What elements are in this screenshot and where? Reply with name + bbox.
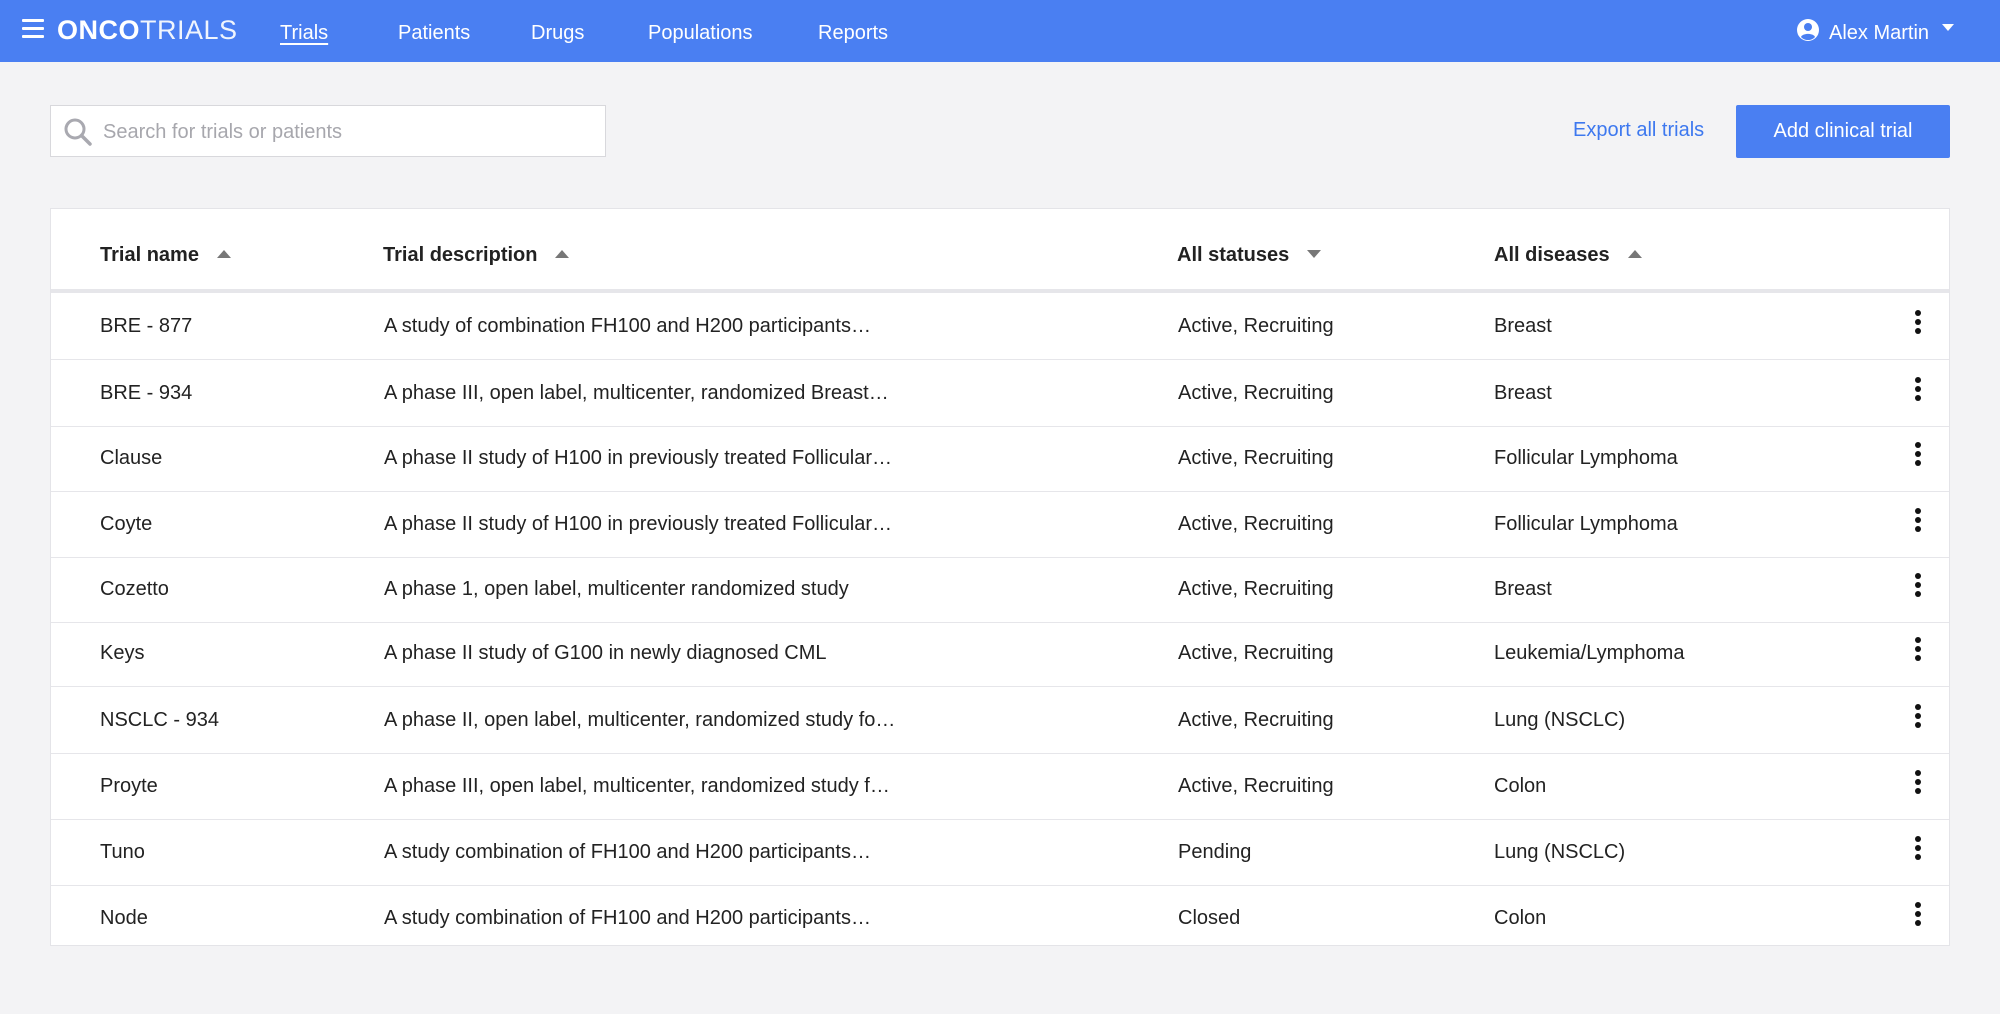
add-clinical-trial-button[interactable]: Add clinical trial bbox=[1736, 105, 1950, 158]
more-options-icon[interactable] bbox=[1913, 902, 1923, 932]
trial-description-cell: A phase III, open label, multicenter, ra… bbox=[384, 382, 889, 404]
trial-disease-cell: Colon bbox=[1494, 775, 1547, 797]
column-header-label: All diseases bbox=[1494, 244, 1610, 266]
top-navigation-bar: ONCOTRIALS Trials Patients Drugs Populat… bbox=[0, 0, 2000, 62]
column-header-label: Trial description bbox=[383, 244, 538, 266]
trial-name-cell: Coyte bbox=[100, 513, 153, 535]
table-row[interactable]: Keys A phase II study of G100 in newly d… bbox=[51, 620, 1949, 687]
export-all-trials-link[interactable]: Export all trials bbox=[1573, 119, 1704, 142]
table-row[interactable]: BRE - 934 A phase III, open label, multi… bbox=[51, 360, 1949, 427]
sort-ascending-icon bbox=[216, 249, 231, 258]
sort-descending-icon bbox=[1307, 249, 1322, 258]
trial-description-cell: A phase III, open label, multicenter, ra… bbox=[384, 775, 890, 797]
trial-description-cell: A study combination of FH100 and H200 pa… bbox=[384, 841, 871, 863]
table-row[interactable]: Coyte A phase II study of H100 in previo… bbox=[51, 491, 1949, 558]
more-options-icon[interactable] bbox=[1913, 637, 1923, 667]
more-options-icon[interactable] bbox=[1913, 377, 1923, 407]
trial-description-cell: A study of combination FH100 and H200 pa… bbox=[384, 315, 871, 337]
table-row[interactable]: Cozetto A phase 1, open label, multicent… bbox=[51, 556, 1949, 623]
more-options-icon[interactable] bbox=[1913, 770, 1923, 800]
trial-name-cell: Proyte bbox=[100, 775, 158, 797]
trial-description-cell: A phase 1, open label, multicenter rando… bbox=[384, 578, 849, 600]
nav-item-drugs[interactable]: Drugs bbox=[531, 22, 584, 45]
sort-ascending-icon bbox=[555, 249, 570, 258]
search-icon bbox=[64, 118, 92, 146]
trial-status-cell: Active, Recruiting bbox=[1178, 382, 1334, 404]
trial-disease-cell: Colon bbox=[1494, 907, 1547, 929]
trial-status-cell: Active, Recruiting bbox=[1178, 709, 1334, 731]
hamburger-menu-icon[interactable] bbox=[22, 19, 44, 39]
more-options-icon[interactable] bbox=[1913, 508, 1923, 538]
nav-item-reports[interactable]: Reports bbox=[818, 22, 888, 45]
search-input[interactable] bbox=[101, 106, 595, 158]
nav-item-trials[interactable]: Trials bbox=[280, 22, 328, 45]
trial-description-cell: A phase II study of H100 in previously t… bbox=[384, 447, 893, 469]
trial-description-cell: A study combination of FH100 and H200 pa… bbox=[384, 907, 871, 929]
more-options-icon[interactable] bbox=[1913, 310, 1923, 340]
trials-table: Trial name Trial description All statuse… bbox=[50, 208, 1950, 946]
trial-name-cell: NSCLC - 934 bbox=[100, 709, 219, 731]
trial-status-cell: Active, Recruiting bbox=[1178, 578, 1334, 600]
trial-name-cell: Clause bbox=[100, 447, 163, 469]
column-header-trial-description[interactable]: Trial description bbox=[383, 244, 570, 267]
trial-name-cell: BRE - 877 bbox=[100, 315, 193, 337]
app-logo[interactable]: ONCOTRIALS bbox=[57, 15, 238, 46]
trial-status-cell: Closed bbox=[1178, 907, 1241, 929]
logo-bold-text: ONCO bbox=[57, 15, 140, 45]
trial-status-cell: Active, Recruiting bbox=[1178, 775, 1334, 797]
table-row[interactable]: Clause A phase II study of H100 in previ… bbox=[51, 425, 1949, 492]
chevron-down-icon bbox=[1942, 24, 1954, 31]
table-row[interactable]: BRE - 877 A study of combination FH100 a… bbox=[51, 293, 1949, 360]
more-options-icon[interactable] bbox=[1913, 836, 1923, 866]
column-header-disease-filter[interactable]: All diseases bbox=[1494, 244, 1642, 267]
trial-name-cell: Keys bbox=[100, 642, 145, 664]
trial-disease-cell: Leukemia/Lymphoma bbox=[1494, 642, 1685, 664]
logo-light-text: TRIALS bbox=[140, 15, 238, 45]
trial-disease-cell: Lung (NSCLC) bbox=[1494, 841, 1626, 863]
trial-description-cell: A phase II study of H100 in previously t… bbox=[384, 513, 893, 535]
table-row[interactable]: Node A study combination of FH100 and H2… bbox=[51, 885, 1949, 951]
nav-item-populations[interactable]: Populations bbox=[648, 22, 753, 45]
table-header: Trial name Trial description All statuse… bbox=[51, 209, 1949, 293]
trial-name-cell: Cozetto bbox=[100, 578, 169, 600]
search-box bbox=[50, 105, 606, 158]
user-circle-icon bbox=[1797, 19, 1819, 41]
table-row[interactable]: NSCLC - 934 A phase II, open label, mult… bbox=[51, 687, 1949, 754]
more-options-icon[interactable] bbox=[1913, 704, 1923, 734]
trial-disease-cell: Breast bbox=[1494, 578, 1552, 600]
table-row[interactable]: Proyte A phase III, open label, multicen… bbox=[51, 753, 1949, 820]
trial-disease-cell: Breast bbox=[1494, 382, 1552, 404]
column-header-trial-name[interactable]: Trial name bbox=[100, 244, 231, 267]
user-name: Alex Martin bbox=[1829, 22, 1930, 44]
trial-disease-cell: Lung (NSCLC) bbox=[1494, 709, 1626, 731]
more-options-icon[interactable] bbox=[1913, 442, 1923, 472]
trial-name-cell: BRE - 934 bbox=[100, 382, 193, 404]
column-header-status-filter[interactable]: All statuses bbox=[1177, 244, 1322, 267]
trial-name-cell: Tuno bbox=[100, 841, 145, 863]
more-options-icon[interactable] bbox=[1913, 573, 1923, 603]
trial-description-cell: A phase II study of G100 in newly diagno… bbox=[384, 642, 827, 664]
sort-ascending-icon bbox=[1627, 249, 1642, 258]
nav-item-patients[interactable]: Patients bbox=[398, 22, 470, 45]
column-header-label: Trial name bbox=[100, 244, 199, 266]
column-header-label: All statuses bbox=[1177, 244, 1290, 266]
trial-status-cell: Pending bbox=[1178, 841, 1252, 863]
trial-description-cell: A phase II, open label, multicenter, ran… bbox=[384, 709, 896, 731]
trial-disease-cell: Breast bbox=[1494, 315, 1552, 337]
trial-status-cell: Active, Recruiting bbox=[1178, 447, 1334, 469]
trial-disease-cell: Follicular Lymphoma bbox=[1494, 513, 1678, 535]
trial-status-cell: Active, Recruiting bbox=[1178, 315, 1334, 337]
trial-name-cell: Node bbox=[100, 907, 148, 929]
trial-status-cell: Active, Recruiting bbox=[1178, 513, 1334, 535]
trial-status-cell: Active, Recruiting bbox=[1178, 642, 1334, 664]
table-row[interactable]: Tuno A study combination of FH100 and H2… bbox=[51, 819, 1949, 886]
trial-disease-cell: Follicular Lymphoma bbox=[1494, 447, 1678, 469]
